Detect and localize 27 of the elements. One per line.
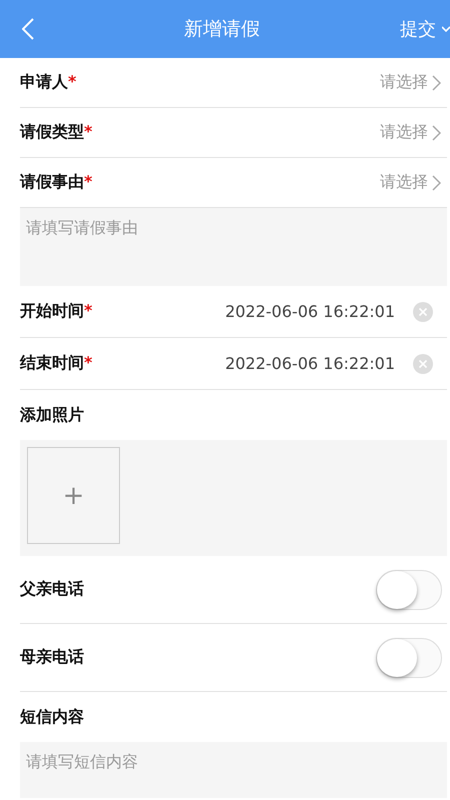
field-label: 短信内容 (20, 706, 84, 728)
add-photo-button[interactable]: + (27, 447, 120, 544)
page-title: 新增请假 (184, 17, 260, 42)
select-picker[interactable]: 请选择 (380, 72, 447, 93)
text-area[interactable]: 请填写请假事由 (20, 208, 447, 286)
field-label: 添加照片 (20, 404, 84, 426)
submit-button[interactable]: 提交 (400, 17, 450, 41)
datetime-value[interactable]: 2022-06-06 16:22:01 (225, 302, 395, 321)
datetime-value[interactable]: 2022-06-06 16:22:01 (225, 354, 395, 373)
text-area[interactable]: 请填写短信内容 (20, 742, 447, 798)
chevron-right-icon (432, 174, 441, 190)
chevron-right-icon (432, 74, 441, 90)
field-label: 请假事由* (20, 172, 92, 193)
clear-icon[interactable] (413, 302, 433, 322)
field-label: 父亲电话 (20, 579, 84, 600)
field-label: 开始时间* (20, 301, 92, 322)
toggle-switch[interactable] (376, 638, 442, 678)
select-picker[interactable]: 请选择 (380, 122, 447, 143)
clear-icon[interactable] (413, 354, 433, 374)
field-label: 请假类型* (20, 122, 92, 143)
field-label: 母亲电话 (20, 647, 84, 668)
select-picker[interactable]: 请选择 (380, 172, 447, 193)
caret-icon (442, 26, 450, 32)
field-label: 结束时间* (20, 353, 92, 374)
chevron-right-icon (432, 124, 441, 140)
toggle-switch[interactable] (376, 570, 442, 610)
field-label: 申请人* (20, 72, 76, 93)
